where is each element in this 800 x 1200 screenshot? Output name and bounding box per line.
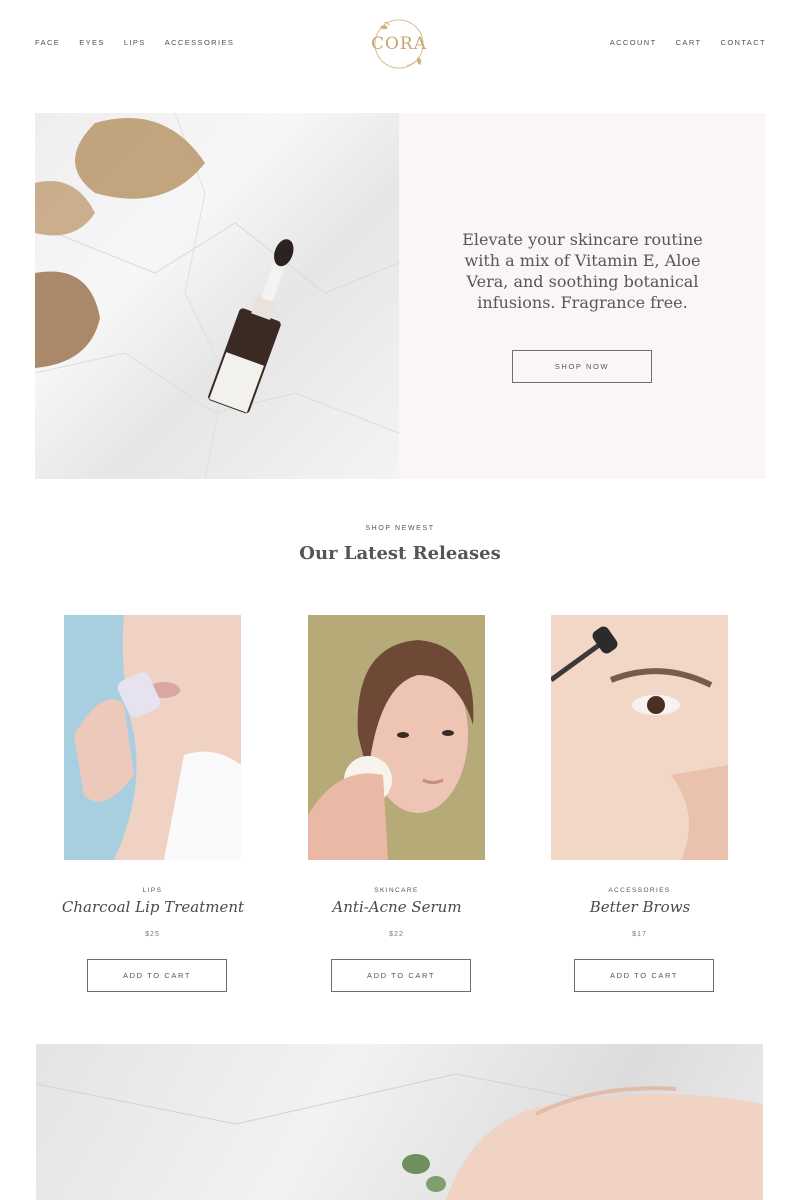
hero-panel: Elevate your skincare routine with a mix… [399, 113, 766, 479]
nav-left: FACE EYES LIPS ACCESSORIES [35, 38, 234, 47]
product-price: $17 [632, 931, 647, 938]
logo[interactable]: CORA [368, 17, 430, 71]
add-to-cart-button[interactable]: ADD TO CART [331, 959, 471, 992]
add-to-cart-button[interactable]: ADD TO CART [574, 959, 714, 992]
product-category: SKINCARE [374, 887, 419, 894]
nav-link-face[interactable]: FACE [35, 38, 60, 47]
add-to-cart-button[interactable]: ADD TO CART [87, 959, 227, 992]
product-image-lip[interactable] [64, 615, 241, 860]
product-price: $22 [389, 931, 404, 938]
hero: Elevate your skincare routine with a mix… [35, 113, 766, 479]
hero-serum-image [35, 113, 399, 479]
shop-now-button[interactable]: SHOP NOW [512, 350, 652, 383]
hero-text: Elevate your skincare routine with a mix… [462, 230, 703, 312]
product-price: $25 [145, 931, 160, 938]
site-header: FACE EYES LIPS ACCESSORIES CORA ACCOUNT … [0, 0, 800, 90]
product-image-brows[interactable] [551, 615, 728, 860]
nav-link-cart[interactable]: CART [676, 38, 702, 47]
product-category: LIPS [142, 887, 163, 894]
nav-link-eyes[interactable]: EYES [79, 38, 105, 47]
nav-link-contact[interactable]: CONTACT [721, 38, 767, 47]
nav-right: ACCOUNT CART CONTACT [610, 38, 766, 47]
product-category: ACCESSORIES [608, 887, 671, 894]
logo-text: CORA [370, 34, 428, 54]
section-kicker: SHOP NEWEST [365, 525, 435, 532]
product-image-serum[interactable] [308, 615, 485, 860]
product-name[interactable]: Better Brows [490, 898, 790, 916]
nav-link-account[interactable]: ACCOUNT [610, 38, 657, 47]
nav-link-accessories[interactable]: ACCESSORIES [165, 38, 235, 47]
bottom-banner-image [36, 1044, 763, 1200]
section-title: Our Latest Releases [299, 543, 501, 564]
nav-link-lips[interactable]: LIPS [124, 38, 146, 47]
